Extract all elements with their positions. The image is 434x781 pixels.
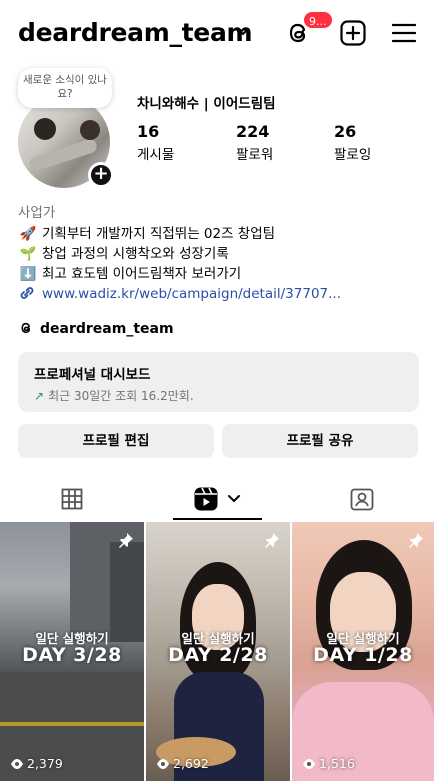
bio-line: 🌱 창업 과정의 시행착오와 성장기록 [19,246,229,262]
bio-line: ⬇️ 최고 효도템 이어드림책자 보러가기 [19,266,242,282]
notification-badge[interactable]: 9... [302,10,334,30]
tagged-person-icon [350,488,374,511]
chevron-down-icon[interactable] [236,27,250,37]
rocket-icon: 🚀 [19,226,37,242]
grid-icon [61,488,83,510]
reel-caption-day: DAY 2/28 [168,644,268,666]
account-username[interactable]: deardream_team [18,18,253,47]
display-name: 차니와해수 | 이어드림팀 [137,96,276,112]
views-icon [303,759,315,769]
dashboard-title: 프로페셔널 대시보드 [34,367,151,383]
menu-icon[interactable] [392,22,416,44]
reel-caption-day: DAY 1/28 [313,644,413,666]
tab-tagged[interactable] [290,478,434,520]
link-icon [20,287,34,299]
seedling-icon: 🌱 [19,246,37,262]
share-profile-button[interactable]: 프로필 공유 [222,424,418,458]
views-icon [157,759,169,769]
followers-count[interactable]: 224 팔로워 [236,122,273,163]
views-icon [11,759,23,769]
threads-profile-link[interactable]: deardream_team [18,320,174,337]
pin-icon [409,533,423,548]
bio-line: 🚀 기획부터 개발까지 직접뛰는 02즈 창업팀 [19,226,276,242]
reel-view-count: 1,516 [302,756,355,771]
reel-view-count: 2,692 [156,756,209,771]
reel-thumbnail[interactable]: 일단 실행하기 DAY 2/28 2,692 [146,522,290,781]
tab-reels[interactable] [145,478,289,520]
professional-dashboard[interactable]: 프로페셔널 대시보드 ↗ 최근 30일간 조회 16.2만회. [18,352,419,412]
pin-icon [265,533,279,548]
reel-thumbnail[interactable]: 일단 실행하기 DAY 1/28 1,516 [292,522,434,781]
edit-profile-button[interactable]: 프로필 편집 [18,424,214,458]
pin-icon [119,533,133,548]
reel-view-count: 2,379 [10,756,63,771]
tab-grid[interactable] [0,478,144,520]
following-count[interactable]: 26 팔로잉 [334,122,371,163]
down-arrow-icon: ⬇️ [19,266,37,282]
chevron-down-icon [228,495,240,503]
note-bubble[interactable]: 새로운 소식이 있나요? [18,68,112,108]
reel-thumbnail[interactable]: 일단 실행하기 DAY 3/28 2,379 [0,522,144,781]
reels-icon [194,487,218,511]
profile-category: 사업가 [18,205,56,221]
posts-count[interactable]: 16 게시물 [137,122,174,163]
reel-caption-day: DAY 3/28 [22,644,122,666]
create-post-icon[interactable] [340,20,366,46]
bio-link[interactable]: www.wadiz.kr/web/campaign/detail/37707..… [18,286,341,302]
add-story-icon[interactable]: + [88,162,114,188]
trend-up-icon: ↗ [34,389,45,403]
threads-icon [21,322,31,334]
active-tab-indicator [173,518,262,520]
top-bar: deardream_team 9... [0,0,434,66]
dashboard-subtitle: 최근 30일간 조회 16.2만회. [48,389,194,403]
